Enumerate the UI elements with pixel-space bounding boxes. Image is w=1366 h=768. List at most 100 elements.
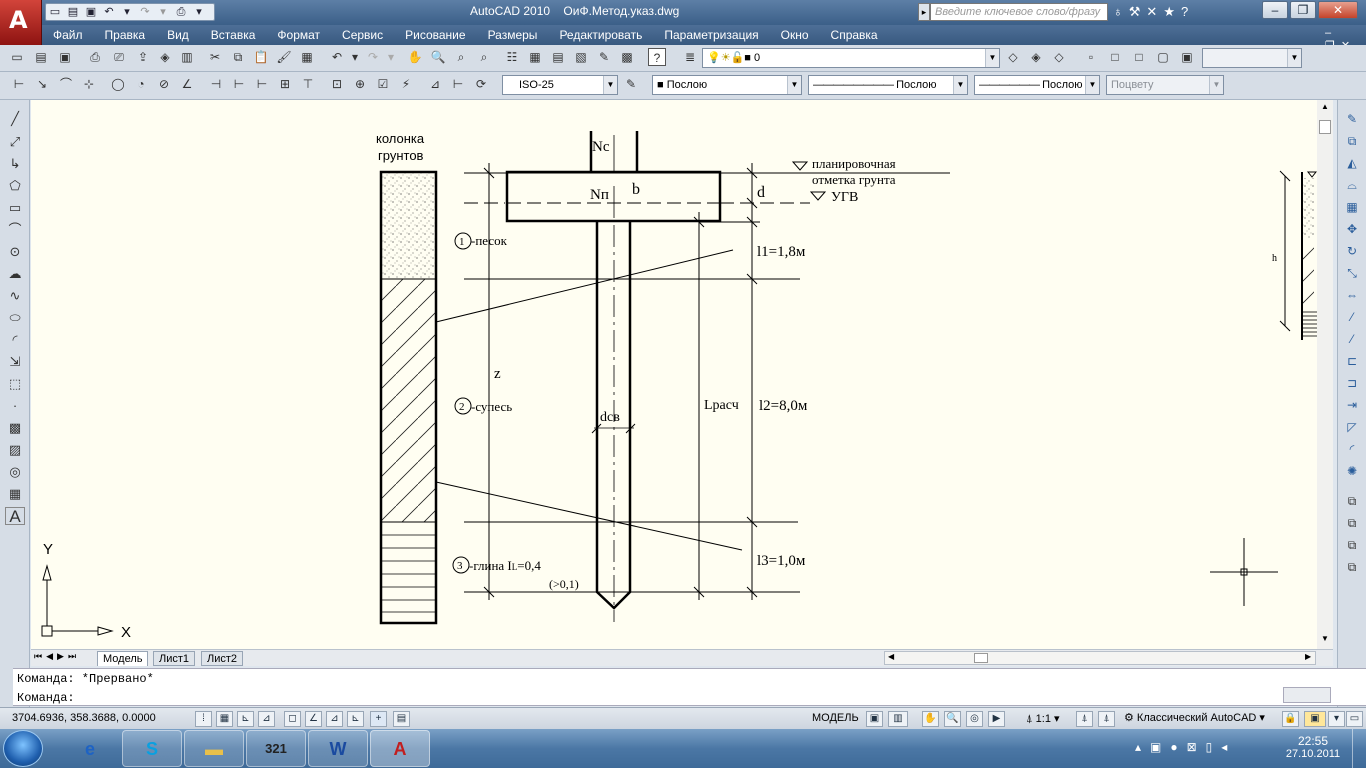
annotation-visibility-icon[interactable]: ⍋	[1076, 711, 1093, 727]
menu-window[interactable]: Окно	[770, 25, 820, 45]
workspace-switcher[interactable]: ⚙ Классический AutoCAD ▾	[1124, 711, 1265, 724]
dim-style-manager-icon[interactable]: ✎	[622, 75, 640, 93]
ordinate-dim-icon[interactable]: ⊹	[80, 75, 98, 93]
start-button[interactable]	[3, 730, 43, 767]
dynamic-input-icon[interactable]: +	[370, 711, 387, 727]
communication-center-icon[interactable]: ⚒	[1129, 4, 1147, 19]
menu-format[interactable]: Формат	[266, 25, 331, 45]
hardware-acceleration-icon[interactable]: ▣	[1304, 711, 1326, 727]
layer-manager-icon[interactable]: ≣	[681, 48, 699, 66]
3d-dwf-icon[interactable]: ◈	[156, 48, 174, 66]
construction-line-icon[interactable]: ⤢	[5, 133, 25, 151]
continue-dim-icon[interactable]: ⊢	[253, 75, 271, 93]
tab-model[interactable]: Модель	[97, 651, 149, 666]
tab-layout2[interactable]: Лист2	[201, 651, 244, 666]
dim-style-icon[interactable]: □	[1130, 48, 1148, 66]
plot-icon[interactable]: ⎙	[86, 48, 104, 66]
revision-cloud-icon[interactable]: ☁	[5, 265, 25, 283]
save-icon[interactable]: ▣	[82, 4, 100, 20]
bring-above-icon[interactable]: ⧉	[1342, 536, 1362, 554]
close-button[interactable]: ✕	[1318, 1, 1358, 19]
minimize-button[interactable]: ‒	[1262, 1, 1288, 19]
scroll-up-icon[interactable]: ▲	[1319, 102, 1331, 114]
dim-space-icon[interactable]: ⊞	[276, 75, 294, 93]
polyline-icon[interactable]: ↳	[5, 155, 25, 173]
tab-layout1[interactable]: Лист1	[153, 651, 196, 666]
vertical-scrollbar[interactable]: ▲ ▼	[1317, 100, 1333, 649]
line-icon[interactable]: ╱	[5, 110, 25, 128]
chamfer-icon[interactable]: ◸	[1342, 418, 1362, 436]
undo-dropdown-icon[interactable]: ▾	[118, 4, 136, 20]
explode-icon[interactable]: ✺	[1342, 462, 1362, 480]
undo-dropdown-icon[interactable]: ▾	[346, 48, 364, 66]
ortho-mode-icon[interactable]: ⊿	[258, 711, 275, 727]
help-icon[interactable]: ?	[1181, 4, 1194, 19]
redo-dropdown-icon[interactable]: ▾	[382, 48, 400, 66]
paste-icon[interactable]: 📋	[252, 48, 270, 66]
skype-icon[interactable]: S	[122, 730, 182, 767]
zoom-realtime-icon[interactable]: 🔍	[429, 48, 447, 66]
array-icon[interactable]: ▦	[1342, 198, 1362, 216]
quick-dim-icon[interactable]: ⊣	[207, 75, 225, 93]
calculator-icon[interactable]: ▩	[618, 48, 636, 66]
markup-icon[interactable]: ✎	[595, 48, 613, 66]
command-prompt[interactable]: Команда:	[17, 691, 75, 705]
properties-icon[interactable]: ☷	[503, 48, 521, 66]
pan-icon[interactable]: ✋	[406, 48, 424, 66]
horizontal-scrollbar[interactable]: ◀ ▶	[884, 651, 1316, 665]
save-icon[interactable]: ▣	[56, 48, 74, 66]
layer-state-icon[interactable]: ◇	[1050, 48, 1068, 66]
exchange-icon[interactable]: ✕	[1146, 4, 1163, 19]
plot-preview-icon[interactable]: ⎚	[110, 48, 128, 66]
match-properties-icon[interactable]: 🖌	[275, 48, 293, 66]
scroll-left-icon[interactable]: ◀	[888, 652, 894, 661]
status-tray-settings-icon[interactable]: ▾	[1328, 711, 1345, 727]
sheet-set-icon[interactable]: ▧	[572, 48, 590, 66]
object-snap-icon[interactable]: ∠	[305, 711, 322, 727]
menu-file[interactable]: Файл	[42, 25, 94, 45]
aligned-dim-icon[interactable]: ↘	[33, 75, 51, 93]
command-scrollbar[interactable]	[1283, 687, 1331, 703]
menu-draw[interactable]: Рисование	[394, 25, 476, 45]
copy-object-icon[interactable]: ⧉	[1342, 132, 1362, 150]
help-icon[interactable]: ?	[648, 48, 666, 66]
dimstyle-dropdown[interactable]: ISO-25 ▼	[502, 75, 618, 95]
zoom-previous-icon[interactable]: ⌕	[475, 48, 493, 66]
hatch-icon[interactable]: ▩	[5, 419, 25, 437]
break-at-point-icon[interactable]: ⊏	[1342, 352, 1362, 370]
drawing-canvas[interactable]: колонка грунтов Nc Nп b d планировочная …	[31, 100, 1317, 649]
horizontal-scroll-thumb[interactable]	[974, 653, 988, 663]
cut-icon[interactable]: ✂	[206, 48, 224, 66]
qat-dropdown-icon[interactable]: ▾	[190, 4, 208, 20]
send-back-icon[interactable]: ⧉	[1342, 514, 1362, 532]
annotation-scale[interactable]: ⍋ 1:1 ▾	[1026, 712, 1060, 726]
design-center-icon[interactable]: ▦	[526, 48, 544, 66]
grid-display-icon[interactable]: ⊾	[237, 711, 254, 727]
clock[interactable]: 22:55 27.10.2011	[1283, 734, 1343, 760]
app-menu-button[interactable]: A	[0, 0, 42, 46]
restore-button[interactable]: ❐	[1290, 1, 1316, 19]
search-expand-icon[interactable]: ▸	[918, 3, 930, 21]
pan-status-icon[interactable]: ✋	[922, 711, 939, 727]
redo-dropdown-icon[interactable]: ▾	[154, 4, 172, 20]
polygon-icon[interactable]: ⬠	[5, 177, 25, 195]
menu-tools[interactable]: Сервис	[331, 25, 394, 45]
show-desktop-button[interactable]	[1352, 729, 1366, 768]
undo-icon[interactable]: ↶	[328, 48, 346, 66]
plotstyle-dropdown[interactable]: Поцвету ▼	[1106, 75, 1224, 95]
dynamic-ucs-icon[interactable]: ⊾	[347, 711, 364, 727]
quick-view-layouts-icon[interactable]: ▣	[866, 711, 883, 727]
redo-icon[interactable]: ↷	[136, 4, 154, 20]
command-window[interactable]: Команда: *Прервано* Команда:	[13, 668, 1366, 706]
menu-parametric[interactable]: Параметризация	[653, 25, 769, 45]
baseline-dim-icon[interactable]: ⊢	[230, 75, 248, 93]
favorites-icon[interactable]: ★	[1163, 4, 1181, 19]
spline-icon[interactable]: ∿	[5, 287, 25, 305]
tab-nav-arrows[interactable]: ⏮◀▶⏭	[34, 651, 80, 662]
object-snap-tracking-icon[interactable]: ⊿	[326, 711, 343, 727]
make-block-icon[interactable]: ⬚	[5, 375, 25, 393]
menu-modify[interactable]: Редактировать	[548, 25, 653, 45]
lineweight-toggle-icon[interactable]: ▤	[393, 711, 410, 727]
dim-edit-icon[interactable]: ⊿	[426, 75, 444, 93]
command-grip[interactable]	[0, 668, 13, 706]
